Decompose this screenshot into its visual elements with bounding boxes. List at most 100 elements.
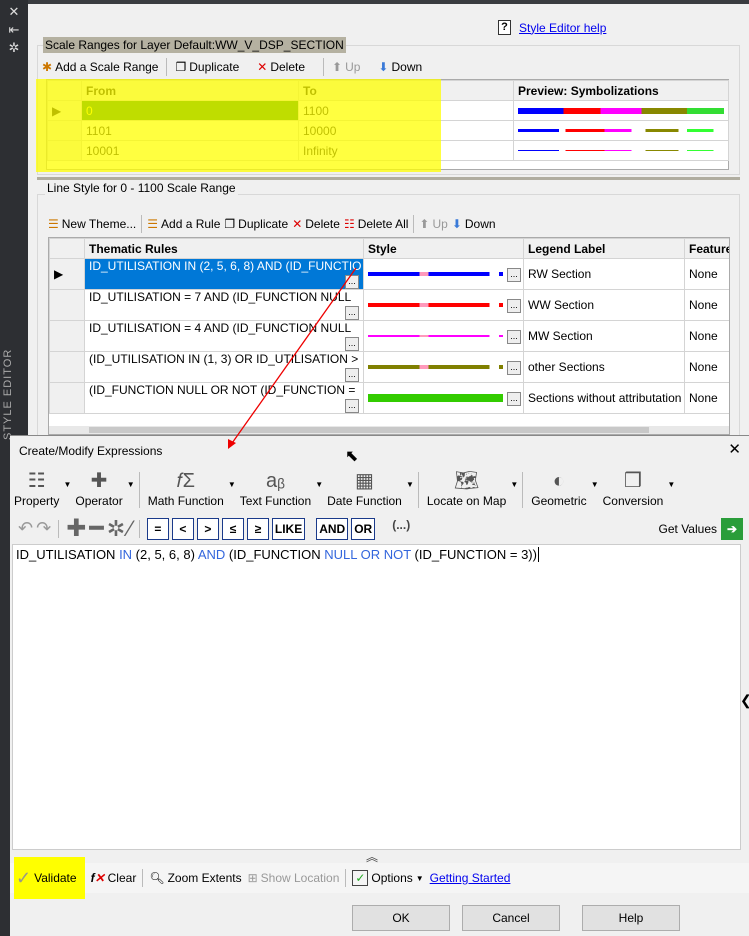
help-button[interactable]: Help (582, 905, 680, 931)
add-scale-range-button[interactable]: ✱ Add a Scale Range (42, 60, 158, 74)
clear-button[interactable]: f✕ Clear (91, 871, 137, 885)
edit-style-button[interactable]: ... (507, 392, 521, 406)
legend-label-cell[interactable]: Sections without attributation (523, 382, 685, 414)
close-icon[interactable]: ✕ (728, 440, 741, 458)
options-button[interactable]: ✓ Options ▼ (352, 870, 424, 886)
legend-label-cell[interactable]: WW Section (523, 289, 685, 321)
rule-cell[interactable]: ID_UTILISATION = 4 AND (ID_FUNCTION NULL… (84, 320, 364, 352)
delete-all-button[interactable]: ☷ Delete All (344, 217, 408, 231)
table-row[interactable]: ID_UTILISATION = 7 AND (ID_FUNCTION NULL… (49, 289, 729, 321)
ok-button[interactable]: OK (352, 905, 450, 931)
operator-button-3[interactable]: ≤ (221, 517, 244, 540)
undo-icon[interactable]: ↶ (18, 518, 33, 539)
table-row[interactable]: (ID_UTILISATION IN (1, 3) OR ID_UTILISAT… (49, 351, 729, 383)
pin-icon[interactable]: ⇤ (6, 22, 22, 38)
getting-started-link[interactable]: Getting Started (430, 871, 511, 885)
feature-cell[interactable]: None (684, 289, 729, 321)
date-function-button[interactable]: ▦ Date Function ▼ (323, 468, 414, 508)
rule-cell[interactable]: ID_UTILISATION = 7 AND (ID_FUNCTION NULL… (84, 289, 364, 321)
edit-rule-button[interactable]: ... (345, 306, 359, 320)
col-preview[interactable]: Preview: Symbolizations (513, 80, 729, 101)
edit-style-button[interactable]: ... (507, 330, 521, 344)
redo-icon[interactable]: ↷ (36, 518, 51, 539)
operator-button-5[interactable]: LIKE (271, 517, 306, 540)
horizontal-scrollbar[interactable] (49, 426, 729, 434)
table-row[interactable]: (ID_FUNCTION NULL OR NOT (ID_FUNCTION =.… (49, 382, 729, 414)
to-cell[interactable]: 1100 (298, 100, 514, 121)
feature-cell[interactable]: None (684, 320, 729, 352)
edit-rule-button[interactable]: ... (345, 368, 359, 382)
row-selector[interactable] (49, 351, 85, 383)
to-cell[interactable]: Infinity (298, 140, 514, 161)
divide-icon[interactable]: ⁄ (128, 516, 132, 542)
col-from[interactable]: From (81, 80, 299, 101)
col-legend-label[interactable]: Legend Label (523, 238, 685, 259)
duplicate-rule-button[interactable]: ❐ Duplicate (224, 217, 288, 231)
row-selector[interactable] (47, 140, 82, 161)
delete-rule-button[interactable]: ✕ Delete (292, 217, 340, 231)
operator-button-2[interactable]: > (196, 517, 219, 540)
edit-style-button[interactable]: ... (507, 268, 521, 282)
close-icon[interactable]: ✕ (6, 4, 22, 20)
locate-on-map-button[interactable]: 🗺︎ Locate on Map ▼ (423, 468, 518, 508)
math-function-button[interactable]: 𝑓Σ Math Function ▼ (144, 468, 236, 508)
col-to[interactable]: To (298, 80, 514, 101)
table-row[interactable]: 1101 10000 (47, 120, 729, 141)
row-selector[interactable] (49, 320, 85, 352)
table-row[interactable]: ▶ ID_UTILISATION IN (2, 5, 6, 8) AND (ID… (49, 258, 729, 290)
settings-icon[interactable]: ✲ (6, 40, 22, 56)
down-range-button[interactable]: ⬇ Down (378, 60, 422, 74)
operator-button-7[interactable]: OR (351, 517, 376, 540)
from-cell[interactable]: 1101 (81, 120, 299, 141)
add-rule-button[interactable]: ☰ Add a Rule (147, 217, 220, 231)
edit-rule-button[interactable]: ... (345, 275, 359, 289)
cancel-button[interactable]: Cancel (462, 905, 560, 931)
operator-button-4[interactable]: ≥ (246, 517, 269, 540)
operator-button-8[interactable]: (...) (392, 518, 410, 540)
from-cell[interactable]: 0 (81, 100, 299, 121)
edit-rule-button[interactable]: ... (345, 399, 359, 413)
row-selector[interactable]: ▶ (49, 258, 85, 290)
validate-button[interactable]: ✓ Validate (14, 857, 85, 899)
help-link-area[interactable]: ? Style Editor help (498, 20, 606, 35)
show-location-button[interactable]: ⊞ Show Location (248, 871, 340, 885)
rule-cell[interactable]: (ID_FUNCTION NULL OR NOT (ID_FUNCTION =.… (84, 382, 364, 414)
rule-cell[interactable]: (ID_UTILISATION IN (1, 3) OR ID_UTILISAT… (84, 351, 364, 383)
zoom-extents-button[interactable]: 🔍︎ Zoom Extents (149, 871, 241, 885)
geometric-button[interactable]: ◐ Geometric ▼ (527, 468, 598, 508)
to-cell[interactable]: 10000 (298, 120, 514, 141)
text-function-button[interactable]: aᵦ Text Function ▼ (236, 468, 323, 508)
table-row[interactable]: ID_UTILISATION = 4 AND (ID_FUNCTION NULL… (49, 320, 729, 352)
edit-rule-button[interactable]: ... (345, 337, 359, 351)
plus-icon[interactable]: ✚ (66, 514, 86, 543)
row-selector[interactable]: ▶ (47, 100, 82, 121)
table-row[interactable]: 10001 Infinity (47, 140, 729, 161)
new-theme-button[interactable]: ☰ New Theme... (48, 217, 136, 231)
edit-style-button[interactable]: ... (507, 361, 521, 375)
minus-icon[interactable]: ━ (89, 514, 103, 543)
style-editor-help-link[interactable]: Style Editor help (519, 21, 606, 35)
rule-cell[interactable]: ID_UTILISATION IN (2, 5, 6, 8) AND (ID_F… (84, 258, 364, 290)
property-button[interactable]: ☷ Property ▼ (10, 468, 71, 508)
up-range-button[interactable]: ⬆ Up (332, 60, 360, 74)
col-feature[interactable]: Feature (684, 238, 729, 259)
multiply-icon[interactable]: ✲ (107, 516, 125, 542)
down-rule-button[interactable]: ⬇ Down (452, 217, 496, 231)
legend-label-cell[interactable]: RW Section (523, 258, 685, 290)
row-selector[interactable] (49, 382, 85, 414)
legend-label-cell[interactable]: MW Section (523, 320, 685, 352)
operator-button[interactable]: ✚ Operator ▼ (71, 468, 134, 508)
feature-cell[interactable]: None (684, 351, 729, 383)
row-selector[interactable] (49, 289, 85, 321)
expression-editor[interactable]: ID_UTILISATION IN (2, 5, 6, 8) AND (ID_F… (12, 544, 741, 850)
col-style[interactable]: Style (363, 238, 524, 259)
table-row[interactable]: ▶ 0 1100 (47, 100, 729, 121)
splitter[interactable] (37, 177, 740, 180)
duplicate-range-button[interactable]: ❐ Duplicate (175, 60, 239, 74)
operator-button-0[interactable]: = (146, 517, 169, 540)
edit-style-button[interactable]: ... (507, 299, 521, 313)
operator-button-6[interactable]: AND (316, 517, 349, 540)
feature-cell[interactable]: None (684, 258, 729, 290)
get-values-button[interactable]: Get Values ➔ (659, 517, 743, 540)
row-selector[interactable] (47, 120, 82, 141)
